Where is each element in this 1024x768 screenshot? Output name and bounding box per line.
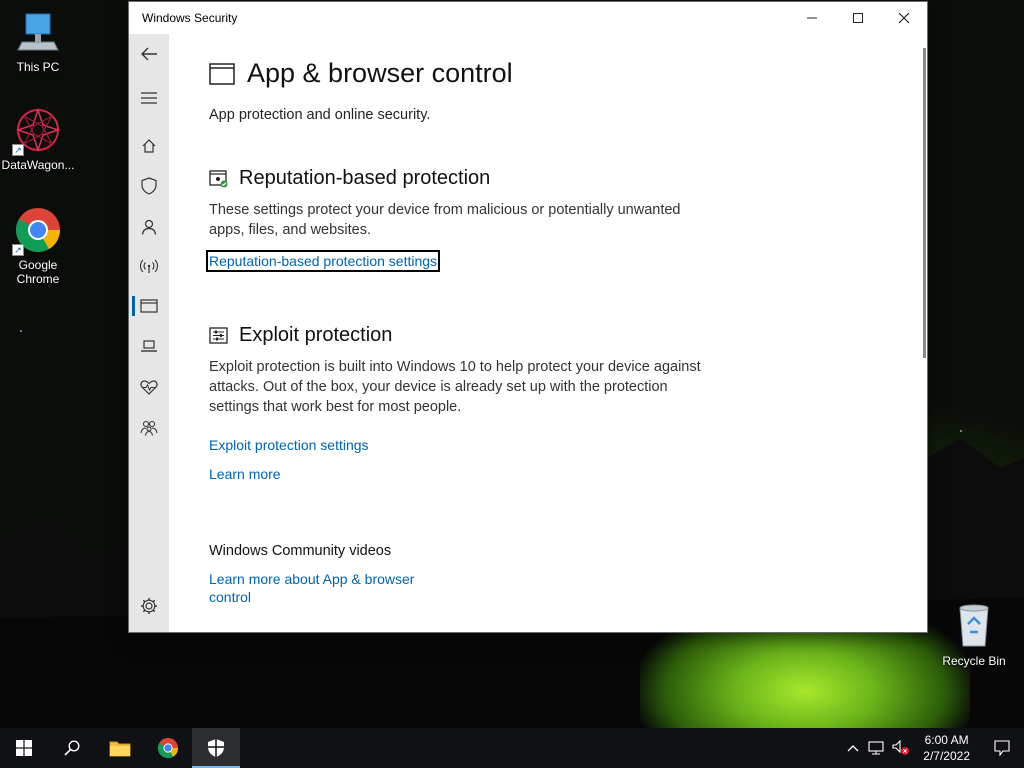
wifi-icon [140, 259, 158, 273]
desktop-icon-label: Recycle Bin [942, 654, 1006, 668]
exploit-description: Exploit protection is built into Windows… [209, 359, 701, 415]
person-icon [141, 219, 157, 235]
network-icon [868, 741, 884, 755]
shortcut-arrow-icon: ↗ [12, 144, 24, 156]
desktop-icon-recycle-bin[interactable]: Recycle Bin [936, 602, 1012, 668]
gear-icon [141, 598, 157, 614]
page-title-text: App & browser control [247, 58, 513, 88]
reputation-protection-settings-link[interactable]: Reputation-based protection settings [206, 250, 441, 272]
shield-icon [141, 177, 157, 195]
learn-more-link[interactable]: Learn more [209, 466, 281, 482]
reputation-description: These settings protect your device from … [209, 202, 681, 238]
network-button[interactable] [865, 728, 889, 768]
app-browser-icon [140, 299, 158, 313]
heart-health-icon [140, 380, 158, 395]
hamburger-menu-button[interactable] [129, 83, 169, 113]
chevron-up-icon [847, 745, 859, 752]
navigation-sidebar [129, 34, 169, 632]
close-icon [898, 12, 910, 24]
exploit-protection-icon [209, 326, 228, 344]
reputation-section-heading: Reputation-based protection [209, 167, 490, 190]
maximize-icon [853, 13, 863, 23]
exploit-heading-text: Exploit protection [239, 324, 393, 346]
search-icon [64, 740, 80, 756]
folder-icon [109, 741, 131, 757]
exploit-protection-settings-link[interactable]: Exploit protection settings [209, 437, 369, 453]
taskbar-google-chrome[interactable] [144, 728, 192, 768]
computer-icon [14, 8, 62, 56]
shortcut-arrow-icon: ↗ [12, 244, 24, 256]
reputation-heading-text: Reputation-based protection [239, 167, 491, 189]
sidebar-item-firewall-network[interactable] [129, 251, 169, 281]
desktop-icon-google-chrome[interactable]: ↗ Google Chrome [0, 206, 76, 286]
main-content: App & browser control App protection and… [206, 34, 907, 632]
clock-date: 2/7/2022 [923, 749, 970, 763]
datawagon-logo-icon: ↗ [12, 106, 62, 156]
close-button[interactable] [881, 2, 927, 34]
chrome-icon: ↗ [12, 206, 62, 256]
desktop-icon-this-pc[interactable]: This PC [0, 8, 76, 74]
clock-time: 6:00 AM [924, 733, 969, 747]
sidebar-item-virus-protection[interactable] [129, 171, 169, 201]
sidebar-item-device-security[interactable] [129, 331, 169, 361]
reputation-protection-icon [209, 169, 228, 187]
maximize-button[interactable] [835, 2, 881, 34]
sidebar-item-account-protection[interactable] [129, 212, 169, 242]
window-title: Windows Security [142, 11, 238, 25]
desktop-icon-label: This PC [16, 60, 60, 74]
desktop-icon-label: DataWagon... [1, 158, 75, 172]
app-browser-icon [209, 62, 235, 85]
windows-security-window: Windows Security App & browser control A… [128, 1, 928, 633]
windows-logo-icon [16, 740, 32, 756]
system-tray: 6:00 AM 2/7/2022 [841, 728, 1024, 768]
clock[interactable]: 6:00 AM 2/7/2022 [913, 732, 980, 764]
desktop-icon-label-line2: Chrome [16, 272, 60, 286]
sidebar-item-device-performance-health[interactable] [129, 372, 169, 402]
hamburger-menu-icon [141, 92, 157, 104]
minimize-button[interactable] [789, 2, 835, 34]
page-subtitle: App protection and online security. [209, 107, 431, 123]
taskbar: 6:00 AM 2/7/2022 [0, 728, 1024, 768]
recycle-bin-icon [950, 602, 998, 650]
speaker-muted-icon [892, 740, 910, 755]
chrome-icon [157, 737, 179, 759]
exploit-section-heading: Exploit protection [209, 324, 392, 347]
taskbar-file-explorer[interactable] [96, 728, 144, 768]
action-center-button[interactable] [980, 728, 1024, 768]
search-button[interactable] [48, 728, 96, 768]
back-button[interactable] [129, 39, 169, 69]
community-videos-heading: Windows Community videos [209, 543, 392, 559]
page-title: App & browser control [209, 58, 513, 89]
minimize-icon [807, 17, 817, 19]
learn-more-app-browser-link-line2[interactable]: control [209, 589, 251, 605]
desktop-icon-label-line1: Google [18, 258, 58, 272]
back-arrow-icon [141, 47, 157, 61]
sidebar-item-family-options[interactable] [129, 413, 169, 443]
home-icon [142, 139, 156, 153]
desktop-icon-datawagon[interactable]: ↗ DataWagon... [0, 106, 76, 172]
sidebar-item-app-browser-control[interactable] [129, 291, 169, 321]
taskbar-windows-security[interactable] [192, 728, 240, 768]
show-hidden-icons-button[interactable] [841, 728, 865, 768]
laptop-icon [141, 340, 157, 352]
settings-button[interactable] [129, 591, 169, 621]
volume-button[interactable] [889, 728, 913, 768]
title-bar: Windows Security [129, 2, 927, 34]
start-button[interactable] [0, 728, 48, 768]
family-icon [140, 420, 158, 436]
vertical-scrollbar[interactable] [923, 48, 926, 358]
sidebar-item-home[interactable] [129, 131, 169, 161]
shield-icon [208, 739, 224, 757]
notification-icon [994, 740, 1010, 756]
learn-more-app-browser-link-line1[interactable]: Learn more about App & browser [209, 571, 414, 587]
